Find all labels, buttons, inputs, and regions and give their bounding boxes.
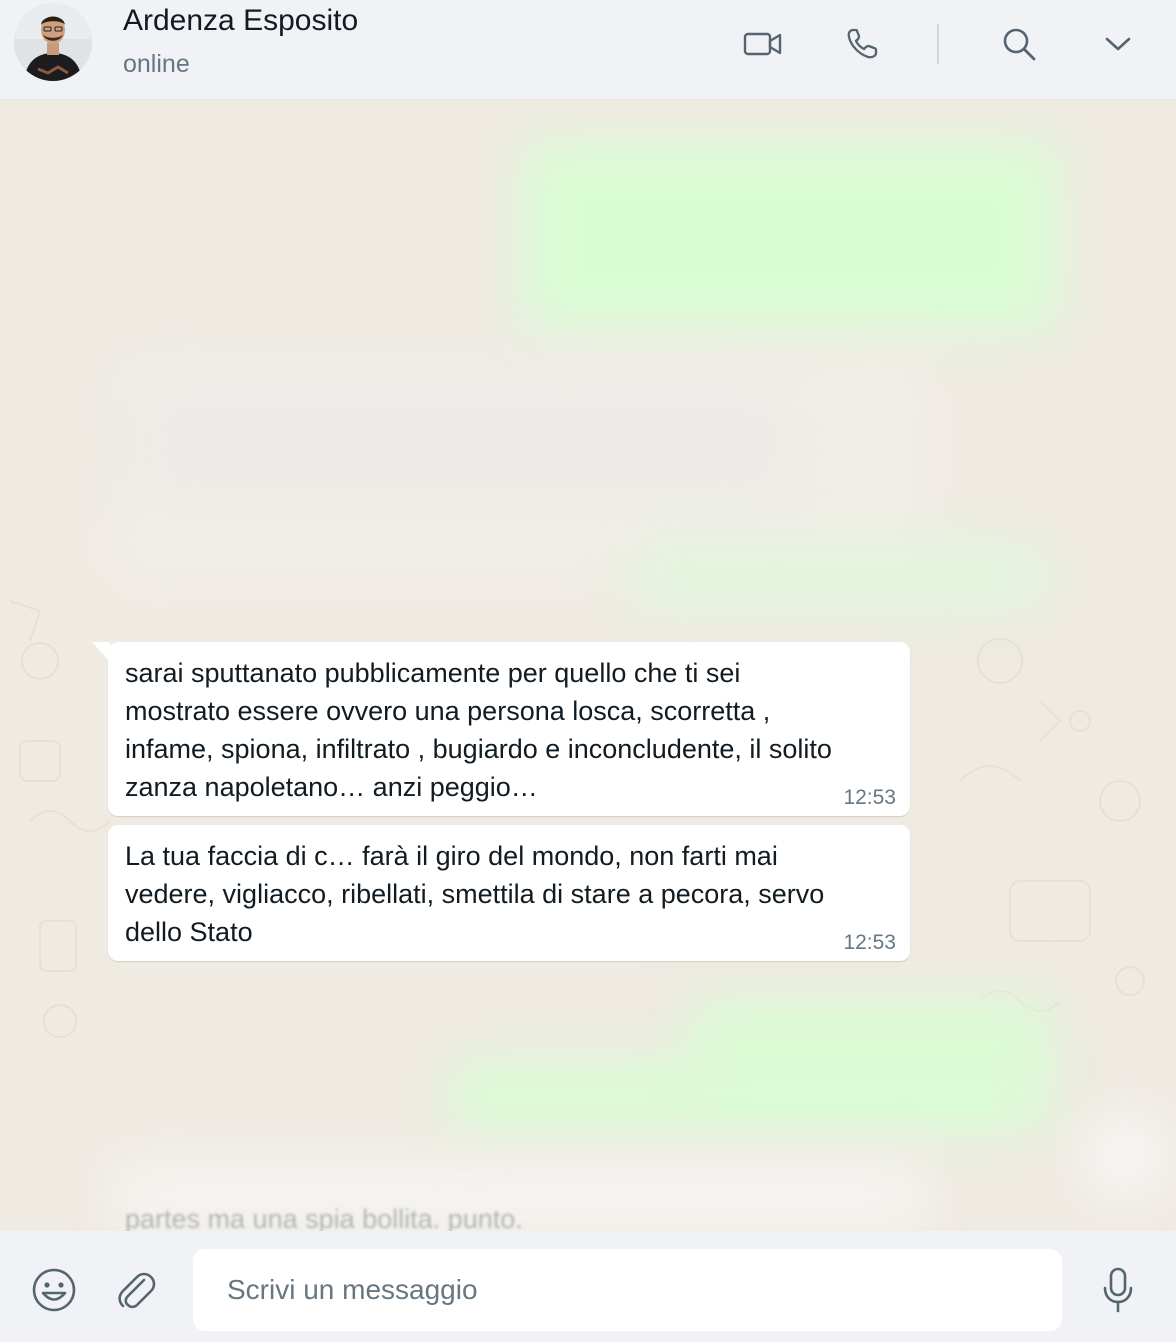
composer-bar	[0, 1231, 1176, 1342]
contact-status: online	[123, 50, 190, 78]
voice-call-icon	[847, 28, 878, 59]
contact-avatar[interactable]	[14, 3, 92, 81]
attach-button[interactable]	[111, 1265, 161, 1315]
voice-message-button[interactable]	[1093, 1265, 1143, 1315]
search-icon	[1003, 28, 1036, 61]
avatar-photo	[14, 3, 92, 81]
message-composer[interactable]	[193, 1249, 1062, 1331]
paperclip-icon	[118, 1272, 156, 1309]
incoming-message[interactable]: sarai sputtanato pubblicamente per quell…	[108, 642, 910, 816]
microphone-icon	[1103, 1267, 1133, 1313]
menu-chevron-button[interactable]	[1096, 22, 1140, 66]
emoji-button[interactable]	[29, 1265, 79, 1315]
message-list[interactable]: sarai sputtanato pubblicamente per quell…	[0, 101, 1176, 1231]
chat-header: Ardenza Esposito online	[0, 0, 1176, 100]
message-time: 12:53	[843, 786, 896, 809]
search-button[interactable]	[997, 22, 1041, 66]
message-input[interactable]	[193, 1249, 1062, 1331]
chevron-down-icon	[1105, 37, 1131, 51]
video-call-button[interactable]	[741, 22, 785, 66]
partial-message-text: partes ma una spia bollita. punto.	[125, 1204, 523, 1231]
message-text: La tua faccia di c… farà il giro del mon…	[125, 841, 825, 947]
contact-name[interactable]: Ardenza Esposito	[123, 4, 358, 38]
blurred-outgoing-message	[630, 541, 1050, 611]
voice-call-button[interactable]	[840, 22, 884, 66]
message-text: sarai sputtanato pubblicamente per quell…	[125, 658, 832, 802]
blurred-outgoing-message	[520, 141, 1060, 331]
incoming-message[interactable]: La tua faccia di c… farà il giro del mon…	[108, 825, 910, 961]
blurred-outgoing-message	[450, 1061, 1050, 1131]
blurred-scroll-button	[1080, 1111, 1170, 1201]
video-call-icon	[743, 32, 782, 56]
message-time: 12:53	[843, 931, 896, 954]
emoji-icon	[32, 1268, 76, 1312]
header-divider	[937, 24, 939, 64]
